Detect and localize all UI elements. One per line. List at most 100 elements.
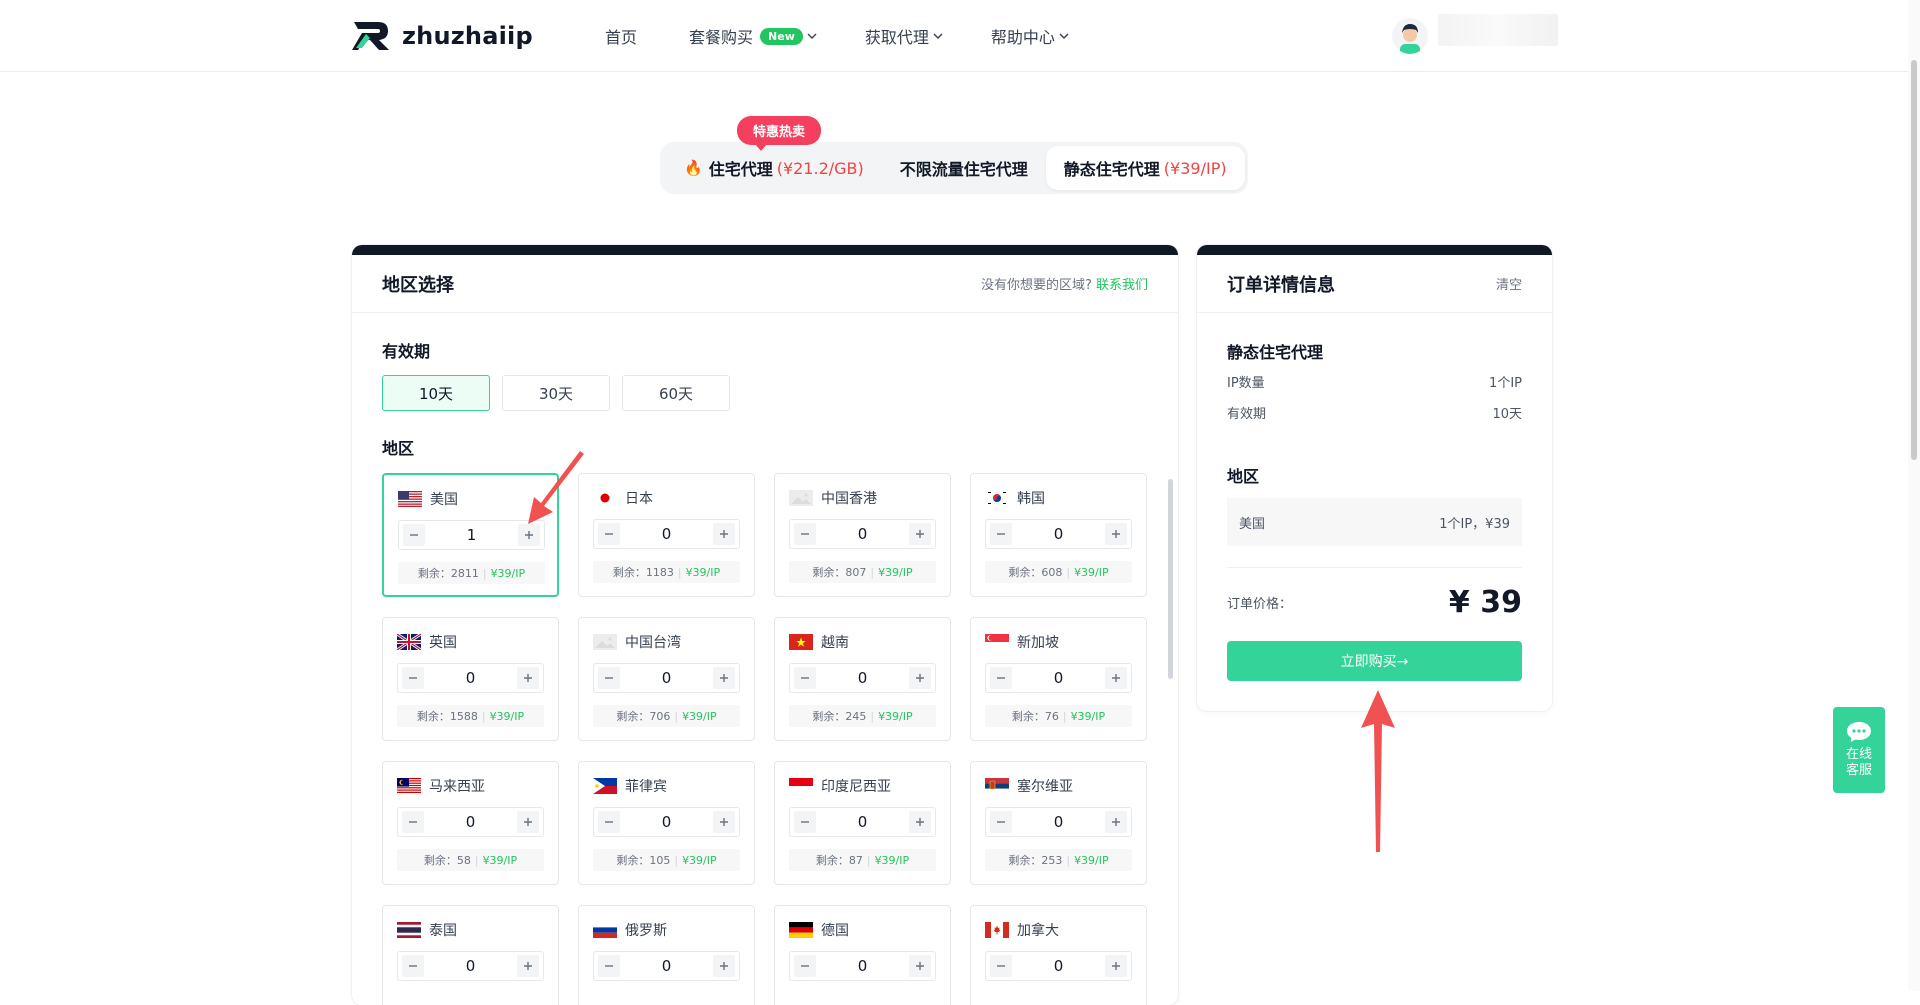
- remain-prefix: 剩余：: [1008, 566, 1042, 579]
- region-card[interactable]: 韩国 0 剩余： 608 | ¥39/IP: [970, 473, 1147, 597]
- increment-button[interactable]: [516, 811, 539, 833]
- region-name: 韩国: [1017, 491, 1045, 507]
- decrement-button[interactable]: [794, 523, 816, 545]
- region-card[interactable]: 中国香港 0 剩余： 807 | ¥39/IP: [774, 473, 951, 597]
- region-hint: 没有你想要的区域? 联系我们: [981, 274, 1148, 293]
- quantity-value[interactable]: 0: [662, 669, 672, 687]
- increment-button[interactable]: [908, 955, 931, 977]
- clear-button[interactable]: 清空: [1496, 274, 1522, 293]
- period-60-days[interactable]: 60天: [622, 375, 730, 411]
- quantity-value[interactable]: 0: [858, 525, 868, 543]
- username-blurred[interactable]: [1438, 14, 1558, 46]
- contact-us-link[interactable]: 联系我们: [1096, 278, 1148, 293]
- quantity-value[interactable]: 0: [1054, 957, 1064, 975]
- decrement-button[interactable]: [402, 811, 424, 833]
- region-card[interactable]: 加拿大 0: [970, 905, 1147, 1005]
- region-card[interactable]: 菲律宾 0 剩余： 105 | ¥39/IP: [578, 761, 755, 885]
- minus-icon: [997, 533, 1005, 535]
- period-30-days[interactable]: 30天: [502, 375, 610, 411]
- region-card[interactable]: 新加坡 0 剩余： 76 | ¥39/IP: [970, 617, 1147, 741]
- increment-button[interactable]: [516, 955, 539, 977]
- decrement-button[interactable]: [598, 955, 620, 977]
- quantity-value[interactable]: 0: [662, 957, 672, 975]
- buy-now-button[interactable]: 立即购买→: [1227, 641, 1522, 681]
- decrement-button[interactable]: [598, 811, 620, 833]
- region-card[interactable]: 英国 0 剩余： 1588 | ¥39/IP: [382, 617, 559, 741]
- page-scrollbar[interactable]: [1911, 60, 1917, 460]
- brand-logo[interactable]: zhuzhaiip: [352, 20, 533, 52]
- region-name: 泰国: [429, 923, 457, 939]
- region-card[interactable]: 印度尼西亚 0 剩余： 87 | ¥39/IP: [774, 761, 951, 885]
- increment-button[interactable]: [712, 667, 735, 689]
- region-card[interactable]: 俄罗斯 0: [578, 905, 755, 1005]
- region-card[interactable]: 中国台湾 0 剩余： 706 | ¥39/IP: [578, 617, 755, 741]
- region-card-head: 塞尔维亚: [985, 776, 1073, 796]
- plus-icon: [523, 962, 532, 970]
- period-10-days[interactable]: 10天: [382, 375, 490, 411]
- nav-home[interactable]: 首页: [605, 24, 637, 48]
- quantity-value[interactable]: 0: [858, 669, 868, 687]
- quantity-value[interactable]: 0: [466, 813, 476, 831]
- region-card-head: 德国: [789, 920, 849, 940]
- decrement-button[interactable]: [794, 667, 816, 689]
- tab-static-label: 静态住宅代理: [1063, 160, 1160, 179]
- tab-static[interactable]: 静态住宅代理 (¥39/IP): [1045, 146, 1245, 190]
- increment-button[interactable]: [712, 523, 735, 545]
- decrement-button[interactable]: [402, 955, 424, 977]
- increment-button[interactable]: [712, 811, 735, 833]
- quantity-value[interactable]: 0: [662, 813, 672, 831]
- increment-button[interactable]: [1104, 811, 1127, 833]
- decrement-button[interactable]: [402, 667, 424, 689]
- decrement-button[interactable]: [990, 955, 1012, 977]
- region-card[interactable]: 马来西亚 0 剩余： 58 | ¥39/IP: [382, 761, 559, 885]
- increment-button[interactable]: [1104, 523, 1127, 545]
- region-card[interactable]: 泰国 0: [382, 905, 559, 1005]
- quantity-value[interactable]: 0: [466, 669, 476, 687]
- decrement-button[interactable]: [990, 667, 1012, 689]
- increment-button[interactable]: [1104, 667, 1127, 689]
- quantity-value[interactable]: 0: [858, 957, 868, 975]
- region-name: 菲律宾: [625, 779, 667, 795]
- region-hint-text: 没有你想要的区域?: [980, 278, 1092, 293]
- increment-button[interactable]: [1104, 955, 1127, 977]
- tab-residential[interactable]: 🔥 住宅代理 (¥21.2/GB): [666, 146, 882, 190]
- increment-button[interactable]: [908, 811, 931, 833]
- decrement-button[interactable]: [598, 523, 620, 545]
- quantity-value[interactable]: 0: [1054, 813, 1064, 831]
- total-price: ¥ 39: [1448, 585, 1522, 620]
- decrement-button[interactable]: [403, 524, 425, 546]
- quantity-value[interactable]: 0: [1054, 525, 1064, 543]
- decrement-button[interactable]: [598, 667, 620, 689]
- region-stock: 剩余： 706 | ¥39/IP: [593, 705, 740, 727]
- nav-packages-label: 套餐购买: [689, 28, 754, 47]
- quantity-value[interactable]: 0: [1054, 669, 1064, 687]
- quantity-stepper: 0: [397, 951, 544, 981]
- region-card[interactable]: 日本 0 剩余： 1183 | ¥39/IP: [578, 473, 755, 597]
- increment-button[interactable]: [908, 523, 931, 545]
- quantity-value[interactable]: 0: [466, 957, 476, 975]
- region-card[interactable]: 塞尔维亚 0 剩余： 253 | ¥39/IP: [970, 761, 1147, 885]
- quantity-value[interactable]: 1: [467, 526, 477, 544]
- tab-unlimited[interactable]: 不限流量住宅代理: [882, 146, 1046, 190]
- decrement-button[interactable]: [794, 955, 816, 977]
- quantity-value[interactable]: 0: [858, 813, 868, 831]
- nav-get-proxy[interactable]: 获取代理: [865, 24, 943, 48]
- region-scrollbar[interactable]: [1168, 479, 1173, 679]
- nav-help[interactable]: 帮助中心: [991, 24, 1069, 48]
- increment-button[interactable]: [516, 667, 539, 689]
- decrement-button[interactable]: [990, 523, 1012, 545]
- remain-prefix: 剩余：: [1011, 710, 1045, 723]
- unit-price: ¥39/IP: [682, 853, 717, 867]
- nav-packages[interactable]: 套餐购买 New: [689, 24, 817, 48]
- region-stock: 剩余： 1588 | ¥39/IP: [397, 705, 544, 727]
- decrement-button[interactable]: [990, 811, 1012, 833]
- region-card[interactable]: 德国 0: [774, 905, 951, 1005]
- remain-prefix: 剩余：: [612, 566, 646, 579]
- increment-button[interactable]: [712, 955, 735, 977]
- decrement-button[interactable]: [794, 811, 816, 833]
- increment-button[interactable]: [908, 667, 931, 689]
- region-card[interactable]: 越南 0 剩余： 245 | ¥39/IP: [774, 617, 951, 741]
- avatar[interactable]: [1392, 18, 1428, 54]
- quantity-value[interactable]: 0: [662, 525, 672, 543]
- online-service-button[interactable]: 在线 客服: [1833, 707, 1885, 793]
